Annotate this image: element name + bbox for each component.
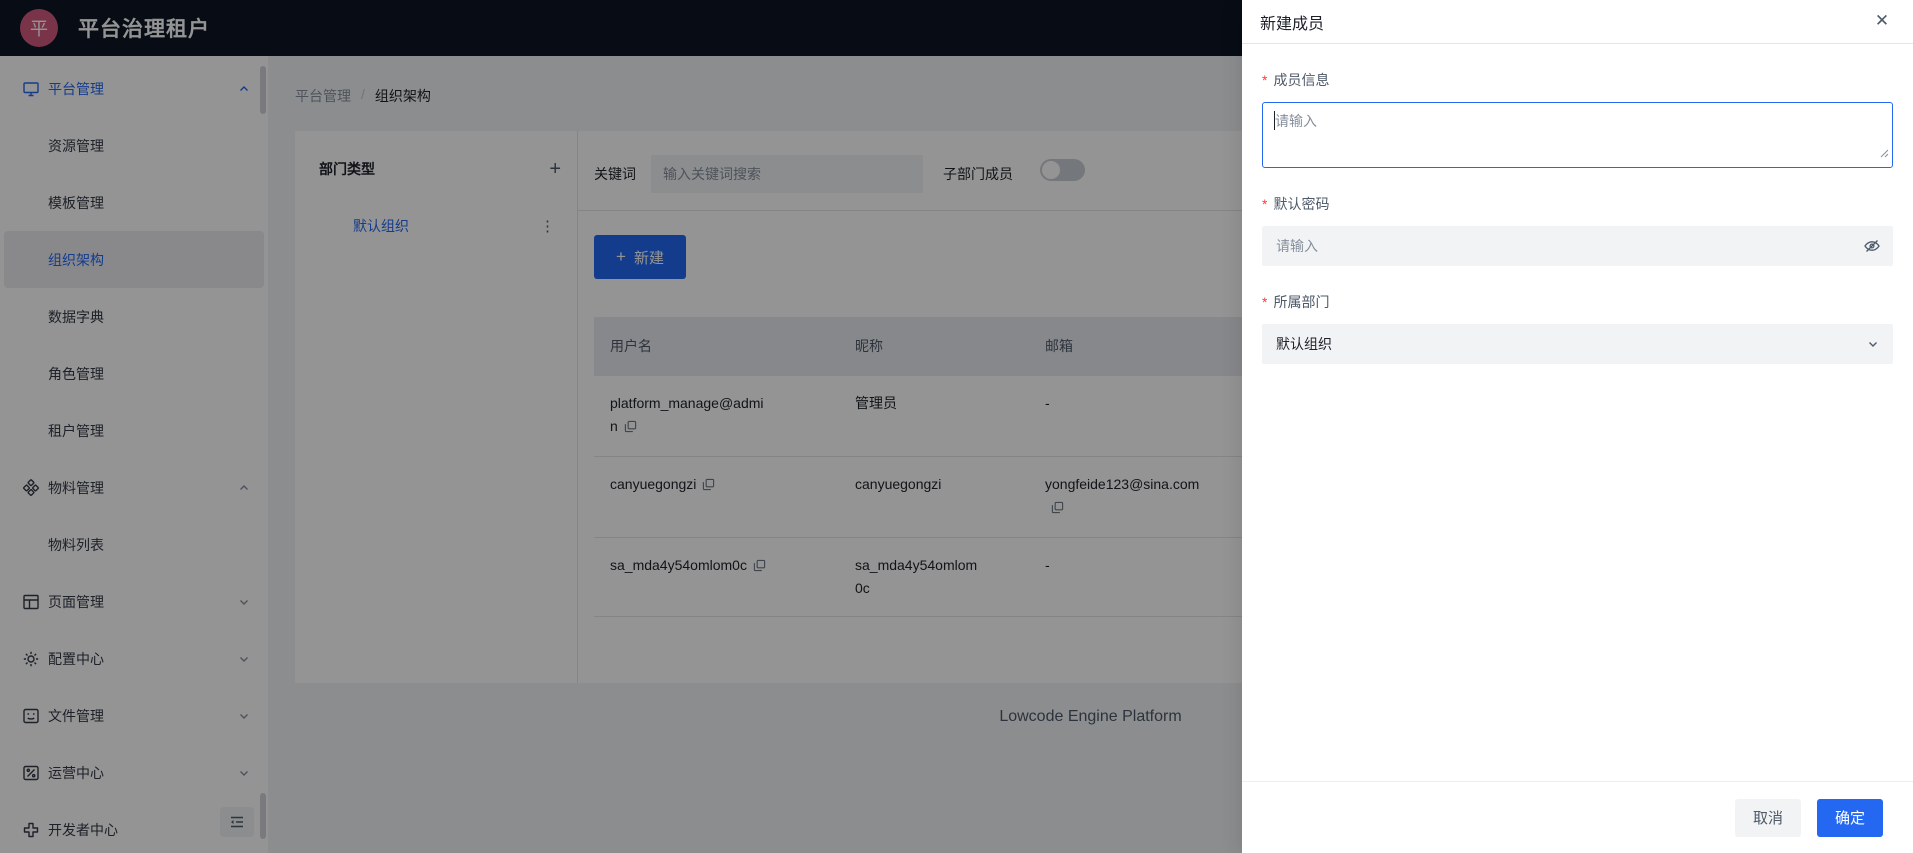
drawer-header: 新建成员 ✕ [1242,0,1913,44]
text-cursor [1274,111,1275,130]
required-asterisk: * [1262,196,1268,212]
required-asterisk: * [1262,72,1268,88]
member-info-label: * 成员信息 [1262,72,1330,88]
department-select-value: 默认组织 [1276,336,1332,352]
default-password-label: * 默认密码 [1262,196,1330,212]
drawer-footer: 取消 确定 [1242,781,1913,853]
default-password-field [1262,226,1893,266]
drawer-body: * 成员信息 * 默认密码 * 所 [1242,44,1913,781]
member-info-field [1262,102,1893,168]
eye-off-icon[interactable] [1863,237,1881,255]
department-select-label: * 所属部门 [1262,294,1330,310]
department-select[interactable]: 默认组织 [1262,324,1893,364]
resize-handle-icon[interactable] [1880,145,1889,163]
app-root: 平 平台治理租户 平台管理 资源管理 模板管理 组织架构 数据字典 角色管理 租… [0,0,1913,853]
password-input[interactable] [1262,226,1893,266]
new-member-drawer: 新建成员 ✕ * 成员信息 * 默认密码 [1242,0,1913,853]
confirm-button[interactable]: 确定 [1816,798,1883,837]
close-icon[interactable]: ✕ [1871,10,1893,32]
required-asterisk: * [1262,294,1268,310]
cancel-button[interactable]: 取消 [1734,798,1801,837]
drawer-title: 新建成员 [1260,15,1325,33]
member-info-textarea[interactable] [1262,102,1893,168]
chevron-down-icon [1867,338,1879,350]
